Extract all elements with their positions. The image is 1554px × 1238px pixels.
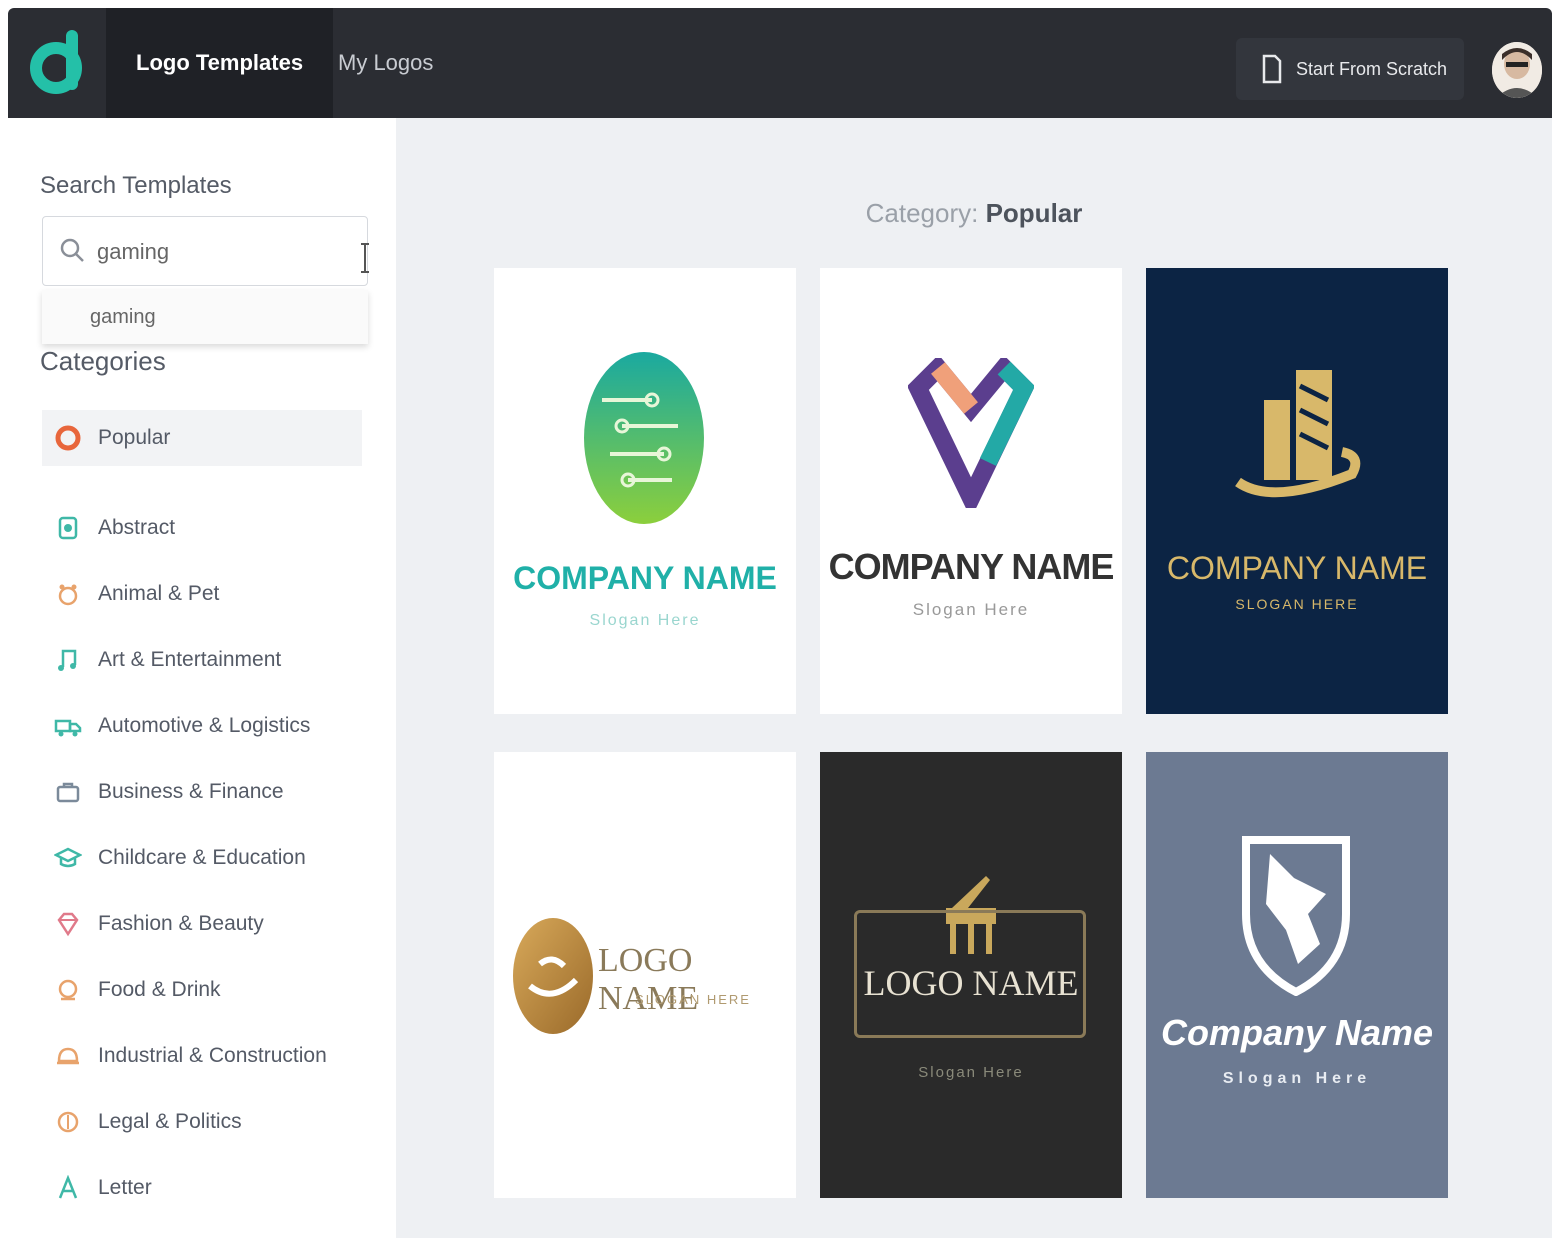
letter-icon xyxy=(54,1174,82,1202)
template-slogan: Slogan Here xyxy=(1222,1070,1372,1087)
document-icon xyxy=(1262,54,1282,84)
category-label: Abstract xyxy=(98,516,176,539)
category-food-drink[interactable]: Food & Drink xyxy=(42,962,362,1018)
helmet-icon xyxy=(54,1042,82,1070)
template-card[interactable]: LOGO NAME SLOGAN HERE xyxy=(494,752,796,1198)
text-cursor-icon xyxy=(361,243,369,273)
category-label: Food & Drink xyxy=(98,978,221,1001)
search-suggestion[interactable]: gaming xyxy=(42,290,368,344)
search-box[interactable] xyxy=(42,216,369,286)
template-card[interactable]: LOGO NAME Slogan Here xyxy=(820,752,1122,1198)
category-business-finance[interactable]: Business & Finance xyxy=(42,764,362,820)
category-label: Business & Finance xyxy=(98,780,284,803)
circle-badge-icon xyxy=(54,424,82,452)
food-icon xyxy=(54,976,82,1004)
search-templates-label: Search Templates xyxy=(40,172,232,199)
template-title: COMPANY NAME xyxy=(828,546,1115,587)
category-art-entertainment[interactable]: Art & Entertainment xyxy=(42,632,362,688)
brand-logo-icon[interactable] xyxy=(18,22,98,102)
template-slogan: Slogan Here xyxy=(918,1064,1024,1081)
category-label: Industrial & Construction xyxy=(98,1044,327,1067)
wolf-shield-logo-icon xyxy=(1242,836,1350,996)
category-childcare-education[interactable]: Childcare & Education xyxy=(42,830,362,886)
template-slogan: Slogan Here xyxy=(912,600,1030,619)
tab-my-logos[interactable]: My Logos xyxy=(308,8,463,118)
category-abstract[interactable]: Abstract xyxy=(42,500,362,556)
circuit-leaf-logo-icon xyxy=(584,352,704,524)
template-title: COMPANY NAME xyxy=(513,560,777,596)
template-gallery: Category: Popular COMPANY NAME Slogan He… xyxy=(396,118,1552,1238)
category-fashion-beauty[interactable]: Fashion & Beauty xyxy=(42,896,362,952)
sidebar: Search Templates gaming Categories Popul… xyxy=(8,118,396,1238)
search-icon xyxy=(60,238,84,262)
category-animal-pet[interactable]: Animal & Pet xyxy=(42,566,362,622)
search-input[interactable] xyxy=(95,231,319,273)
template-title: LOGO NAME xyxy=(863,963,1079,1003)
template-slogan: SLOGAN HERE xyxy=(635,992,751,1007)
category-legal-politics[interactable]: Legal & Politics xyxy=(42,1094,362,1150)
category-label: Legal & Politics xyxy=(98,1110,242,1133)
template-card[interactable]: COMPANY NAME Slogan Here xyxy=(820,268,1122,714)
category-label: Automotive & Logistics xyxy=(98,714,311,737)
user-avatar[interactable] xyxy=(1492,42,1542,98)
category-popular[interactable]: Popular xyxy=(42,410,362,466)
category-label: Childcare & Education xyxy=(98,846,306,869)
category-industrial-construction[interactable]: Industrial & Construction xyxy=(42,1028,362,1084)
category-heading: Category: Popular xyxy=(396,198,1552,229)
template-slogan: SLOGAN HERE xyxy=(1235,596,1359,612)
category-prefix: Category: xyxy=(865,198,979,228)
category-automotive-logistics[interactable]: Automotive & Logistics xyxy=(42,698,362,754)
template-card[interactable]: Company Name Slogan Here xyxy=(1146,752,1448,1198)
category-label: Animal & Pet xyxy=(98,582,220,605)
template-title: COMPANY NAME xyxy=(1166,550,1428,586)
abstract-icon xyxy=(54,514,82,542)
category-label: Letter xyxy=(98,1176,152,1199)
top-navigation-bar: Logo Templates My Logos Start From Scrat… xyxy=(8,8,1552,118)
template-title: Company Name xyxy=(1160,1012,1434,1053)
heart-logo-icon xyxy=(908,358,1034,508)
template-card[interactable]: COMPANY NAME Slogan Here xyxy=(494,268,796,714)
start-from-scratch-button[interactable]: Start From Scratch xyxy=(1236,38,1464,100)
briefcase-icon xyxy=(54,778,82,806)
music-note-icon xyxy=(54,646,82,674)
tab-logo-templates[interactable]: Logo Templates xyxy=(106,8,334,118)
category-label: Popular xyxy=(98,426,171,449)
avatar-icon xyxy=(1492,42,1542,98)
graduation-cap-icon xyxy=(54,844,82,872)
category-letter[interactable]: Letter xyxy=(42,1160,362,1216)
category-label: Fashion & Beauty xyxy=(98,912,264,935)
start-from-scratch-label: Start From Scratch xyxy=(1296,58,1448,79)
categories-label: Categories xyxy=(40,346,166,376)
truck-icon xyxy=(54,712,82,740)
paw-icon xyxy=(54,580,82,608)
building-hand-logo-icon xyxy=(1235,370,1361,498)
category-name: Popular xyxy=(985,198,1083,228)
diamond-icon xyxy=(54,910,82,938)
hand-egg-logo-icon xyxy=(513,918,593,1034)
template-slogan: Slogan Here xyxy=(589,612,701,629)
scales-icon xyxy=(54,1108,82,1136)
category-label: Art & Entertainment xyxy=(98,648,282,671)
template-card[interactable]: COMPANY NAME SLOGAN HERE xyxy=(1146,268,1448,714)
